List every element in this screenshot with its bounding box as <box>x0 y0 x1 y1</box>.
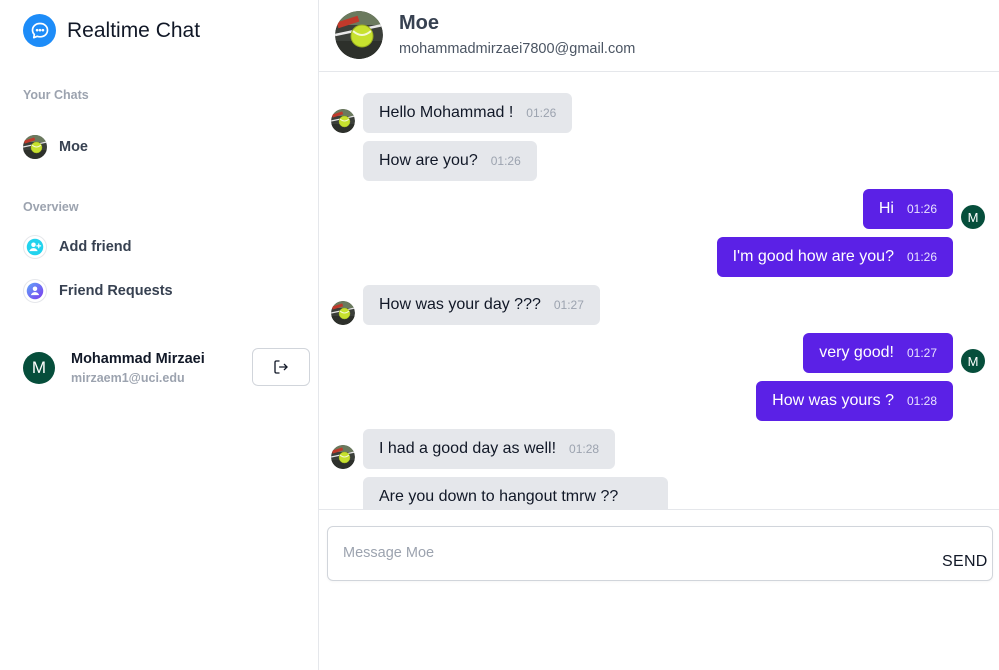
overview-label: Overview <box>23 200 79 214</box>
message-outgoing: Hi 01:26 <box>862 189 953 229</box>
moe-avatar <box>331 301 355 325</box>
sidebar-item-label: Friend Requests <box>59 283 173 299</box>
message-list[interactable]: Hello Mohammad ! 01:26 How are you? 01:26 … <box>319 73 999 509</box>
message-text: Are you down to hangout tmrw ?? <box>379 488 619 505</box>
user-icon <box>23 279 47 303</box>
message-text: How was yours ? <box>772 392 894 409</box>
message-incoming: How was your day ??? 01:27 <box>363 285 600 325</box>
moe-avatar <box>331 445 355 469</box>
partner-email: mohammadmirzaei7800@gmail.com <box>399 41 636 57</box>
logout-icon <box>274 360 288 374</box>
moe-avatar <box>23 135 47 159</box>
message-incoming: Hello Mohammad ! 01:26 <box>363 93 573 133</box>
message-text: I had a good day as well! <box>379 440 557 457</box>
brand[interactable]: Realtime Chat <box>23 14 200 47</box>
avatar: M <box>961 349 985 373</box>
chat-header: Moe mohammadmirzaei7800@gmail.com <box>319 0 999 72</box>
chat-bubble-icon <box>23 14 56 47</box>
user-email: mirzaem1@uci.edu <box>71 371 185 385</box>
avatar: M <box>23 352 55 384</box>
message-input[interactable] <box>343 545 903 569</box>
message-text: I'm good how are you? <box>732 248 894 265</box>
your-chats-label: Your Chats <box>23 88 89 102</box>
message-incoming: Are you down to hangout tmrw ?? <box>363 477 669 509</box>
sidebar: Realtime Chat Your Chats Moe Overview Ad… <box>0 0 319 670</box>
partner-name: Moe <box>399 12 439 34</box>
current-user: M Mohammad Mirzaei mirzaem1@uci.edu <box>23 351 205 385</box>
composer-divider <box>319 509 999 510</box>
message-text: very good! <box>819 344 894 361</box>
sidebar-chat-moe[interactable]: Moe <box>23 135 88 159</box>
sidebar-item-add-friend[interactable]: Add friend <box>23 235 132 259</box>
logout-button[interactable] <box>252 348 310 386</box>
chat-panel: Moe mohammadmirzaei7800@gmail.com Hello … <box>319 0 999 670</box>
message-composer: SEND <box>327 526 993 581</box>
message-time: 01:26 <box>490 154 521 168</box>
message-time: 01:28 <box>906 394 937 408</box>
send-button[interactable]: SEND <box>942 553 988 571</box>
user-name: Mohammad Mirzaei <box>71 351 205 367</box>
message-text: How are you? <box>379 152 478 169</box>
user-plus-icon <box>23 235 47 259</box>
message-time: 01:26 <box>906 202 937 216</box>
message-time: 01:27 <box>553 298 584 312</box>
message-text: Hi <box>878 200 894 217</box>
moe-avatar <box>331 109 355 133</box>
message-text: How was your day ??? <box>379 296 541 313</box>
partner-avatar <box>335 11 383 59</box>
message-incoming: How are you? 01:26 <box>363 141 537 181</box>
avatar: M <box>961 205 985 229</box>
message-time: 01:26 <box>526 106 557 120</box>
message-time: 01:28 <box>569 442 600 456</box>
message-time: 01:26 <box>906 250 937 264</box>
message-time: 01:27 <box>906 346 937 360</box>
sidebar-item-friend-requests[interactable]: Friend Requests <box>23 279 173 303</box>
sidebar-chat-label: Moe <box>59 139 88 155</box>
app-title: Realtime Chat <box>67 18 201 42</box>
message-incoming: I had a good day as well! 01:28 <box>363 429 616 469</box>
message-outgoing: very good! 01:27 <box>803 333 953 373</box>
message-outgoing: How was yours ? 01:28 <box>756 381 953 421</box>
message-text: Hello Mohammad ! <box>379 104 514 121</box>
message-outgoing: I'm good how are you? 01:26 <box>716 237 953 277</box>
sidebar-item-label: Add friend <box>59 239 132 255</box>
